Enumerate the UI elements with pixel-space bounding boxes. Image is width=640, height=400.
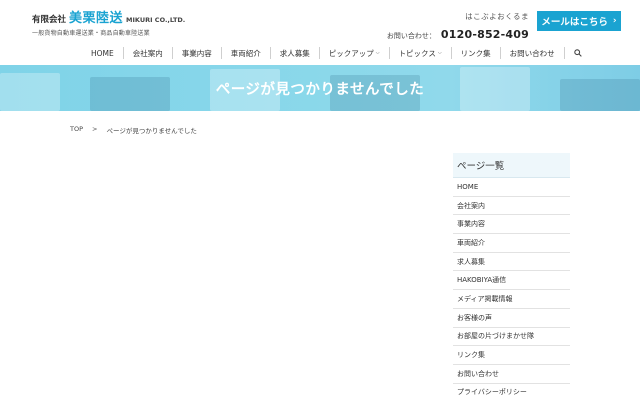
nav-item-pickup[interactable]: ピックアップ ⌵ <box>318 47 389 59</box>
search-icon <box>573 49 582 57</box>
chevron-right-icon: › <box>612 16 617 26</box>
sidebar-item-business[interactable]: 事業内容 <box>453 215 570 235</box>
nav-item-links[interactable]: リンク集 <box>450 47 500 59</box>
breadcrumb-separator: > <box>92 125 98 133</box>
site-logo[interactable]: 有限会社 美栗陸送 MIKURI CO.,LTD. 一般貨物自動車運送業・商品自… <box>32 7 185 37</box>
logo-title-row: 有限会社 美栗陸送 MIKURI CO.,LTD. <box>32 7 185 26</box>
sidebar-item-contact[interactable]: お問い合わせ <box>453 365 570 384</box>
nav-item-label: 事業内容 <box>181 48 212 58</box>
global-nav: HOME 会社案内 事業内容 車両紹介 求人募集 ピックアップ ⌵ トピックス ⌵ … <box>82 42 591 64</box>
contact-label: お問い合わせ： <box>386 32 436 40</box>
nav-item-label: 求人募集 <box>279 48 310 58</box>
nav-item-business[interactable]: 事業内容 <box>171 47 221 59</box>
nav-item-label: お問い合わせ <box>509 48 555 58</box>
nav-item-contact[interactable]: お問い合わせ <box>499 47 564 59</box>
nav-item-topics[interactable]: トピックス ⌵ <box>388 47 451 59</box>
page-title: ページが見つかりませんでした <box>215 81 425 98</box>
sidebar-item-privacy[interactable]: プライバシーポリシー <box>453 384 570 400</box>
nav-item-company[interactable]: 会社案内 <box>122 47 172 59</box>
sidebar-item-testimonials[interactable]: お客様の声 <box>453 309 570 328</box>
nav-item-recruit[interactable]: 求人募集 <box>269 47 319 59</box>
chevron-down-icon: ⌵ <box>375 50 380 56</box>
site-header: 有限会社 美栗陸送 MIKURI CO.,LTD. 一般貨物自動車運送業・商品自… <box>0 0 640 42</box>
nav-item-label: HOME <box>91 48 114 58</box>
contact-info: はこぶよおくるま お問い合わせ： 0120-852-409 <box>387 11 529 42</box>
logo-subtitle: 一般貨物自動車運送業・商品自動車陸送業 <box>32 30 150 37</box>
mail-button[interactable]: メールはこちら › <box>537 11 621 31</box>
sidebar-heading: ページ一覧 <box>453 153 570 178</box>
search-button[interactable] <box>563 47 591 59</box>
sidebar-item-media[interactable]: メディア掲載情報 <box>453 290 570 309</box>
sidebar-item-links[interactable]: リンク集 <box>453 346 570 365</box>
page-banner: ページが見つかりませんでした <box>0 65 640 111</box>
logo-english-name: MIKURI CO.,LTD. <box>126 16 186 24</box>
logo-name: 美栗陸送 <box>69 11 124 26</box>
logo-prefix: 有限会社 <box>32 15 67 25</box>
nav-item-label: ピックアップ <box>328 48 374 58</box>
breadcrumb-home-link[interactable]: TOP <box>70 125 83 135</box>
nav-item-vehicles[interactable]: 車両紹介 <box>220 47 270 59</box>
sidebar-item-recruit[interactable]: 求人募集 <box>453 253 570 272</box>
sidebar: ページ一覧 HOME 会社案内 事業内容 車両紹介 求人募集 HAKOBIYA通… <box>453 153 570 400</box>
sidebar-list: HOME 会社案内 事業内容 車両紹介 求人募集 HAKOBIYA通信 メディア… <box>453 178 570 400</box>
nav-item-label: 会社案内 <box>132 48 163 58</box>
sidebar-item-vehicles[interactable]: 車両紹介 <box>453 234 570 253</box>
nav-item-home[interactable]: HOME <box>82 47 123 59</box>
chevron-down-icon: ⌵ <box>437 50 442 56</box>
breadcrumb: TOP > ページが見つかりませんでした <box>70 125 197 135</box>
contact-phone[interactable]: 0120-852-409 <box>441 28 529 41</box>
contact-tagline: はこぶよおくるま <box>465 12 529 21</box>
sidebar-item-room-cleanup[interactable]: お部屋の片づけまかせ隊 <box>453 328 570 347</box>
nav-item-label: 車両紹介 <box>230 48 261 58</box>
nav-item-label: リンク集 <box>460 48 491 58</box>
sidebar-item-company[interactable]: 会社案内 <box>453 197 570 216</box>
sidebar-item-home[interactable]: HOME <box>453 178 570 197</box>
breadcrumb-current: ページが見つかりませんでした <box>106 127 197 135</box>
nav-item-label: トピックス <box>398 48 436 58</box>
contact-phone-row: お問い合わせ： 0120-852-409 <box>387 23 529 42</box>
sidebar-item-hakobiya-news[interactable]: HAKOBIYA通信 <box>453 271 570 291</box>
mail-button-label: メールはこちら <box>541 17 608 28</box>
